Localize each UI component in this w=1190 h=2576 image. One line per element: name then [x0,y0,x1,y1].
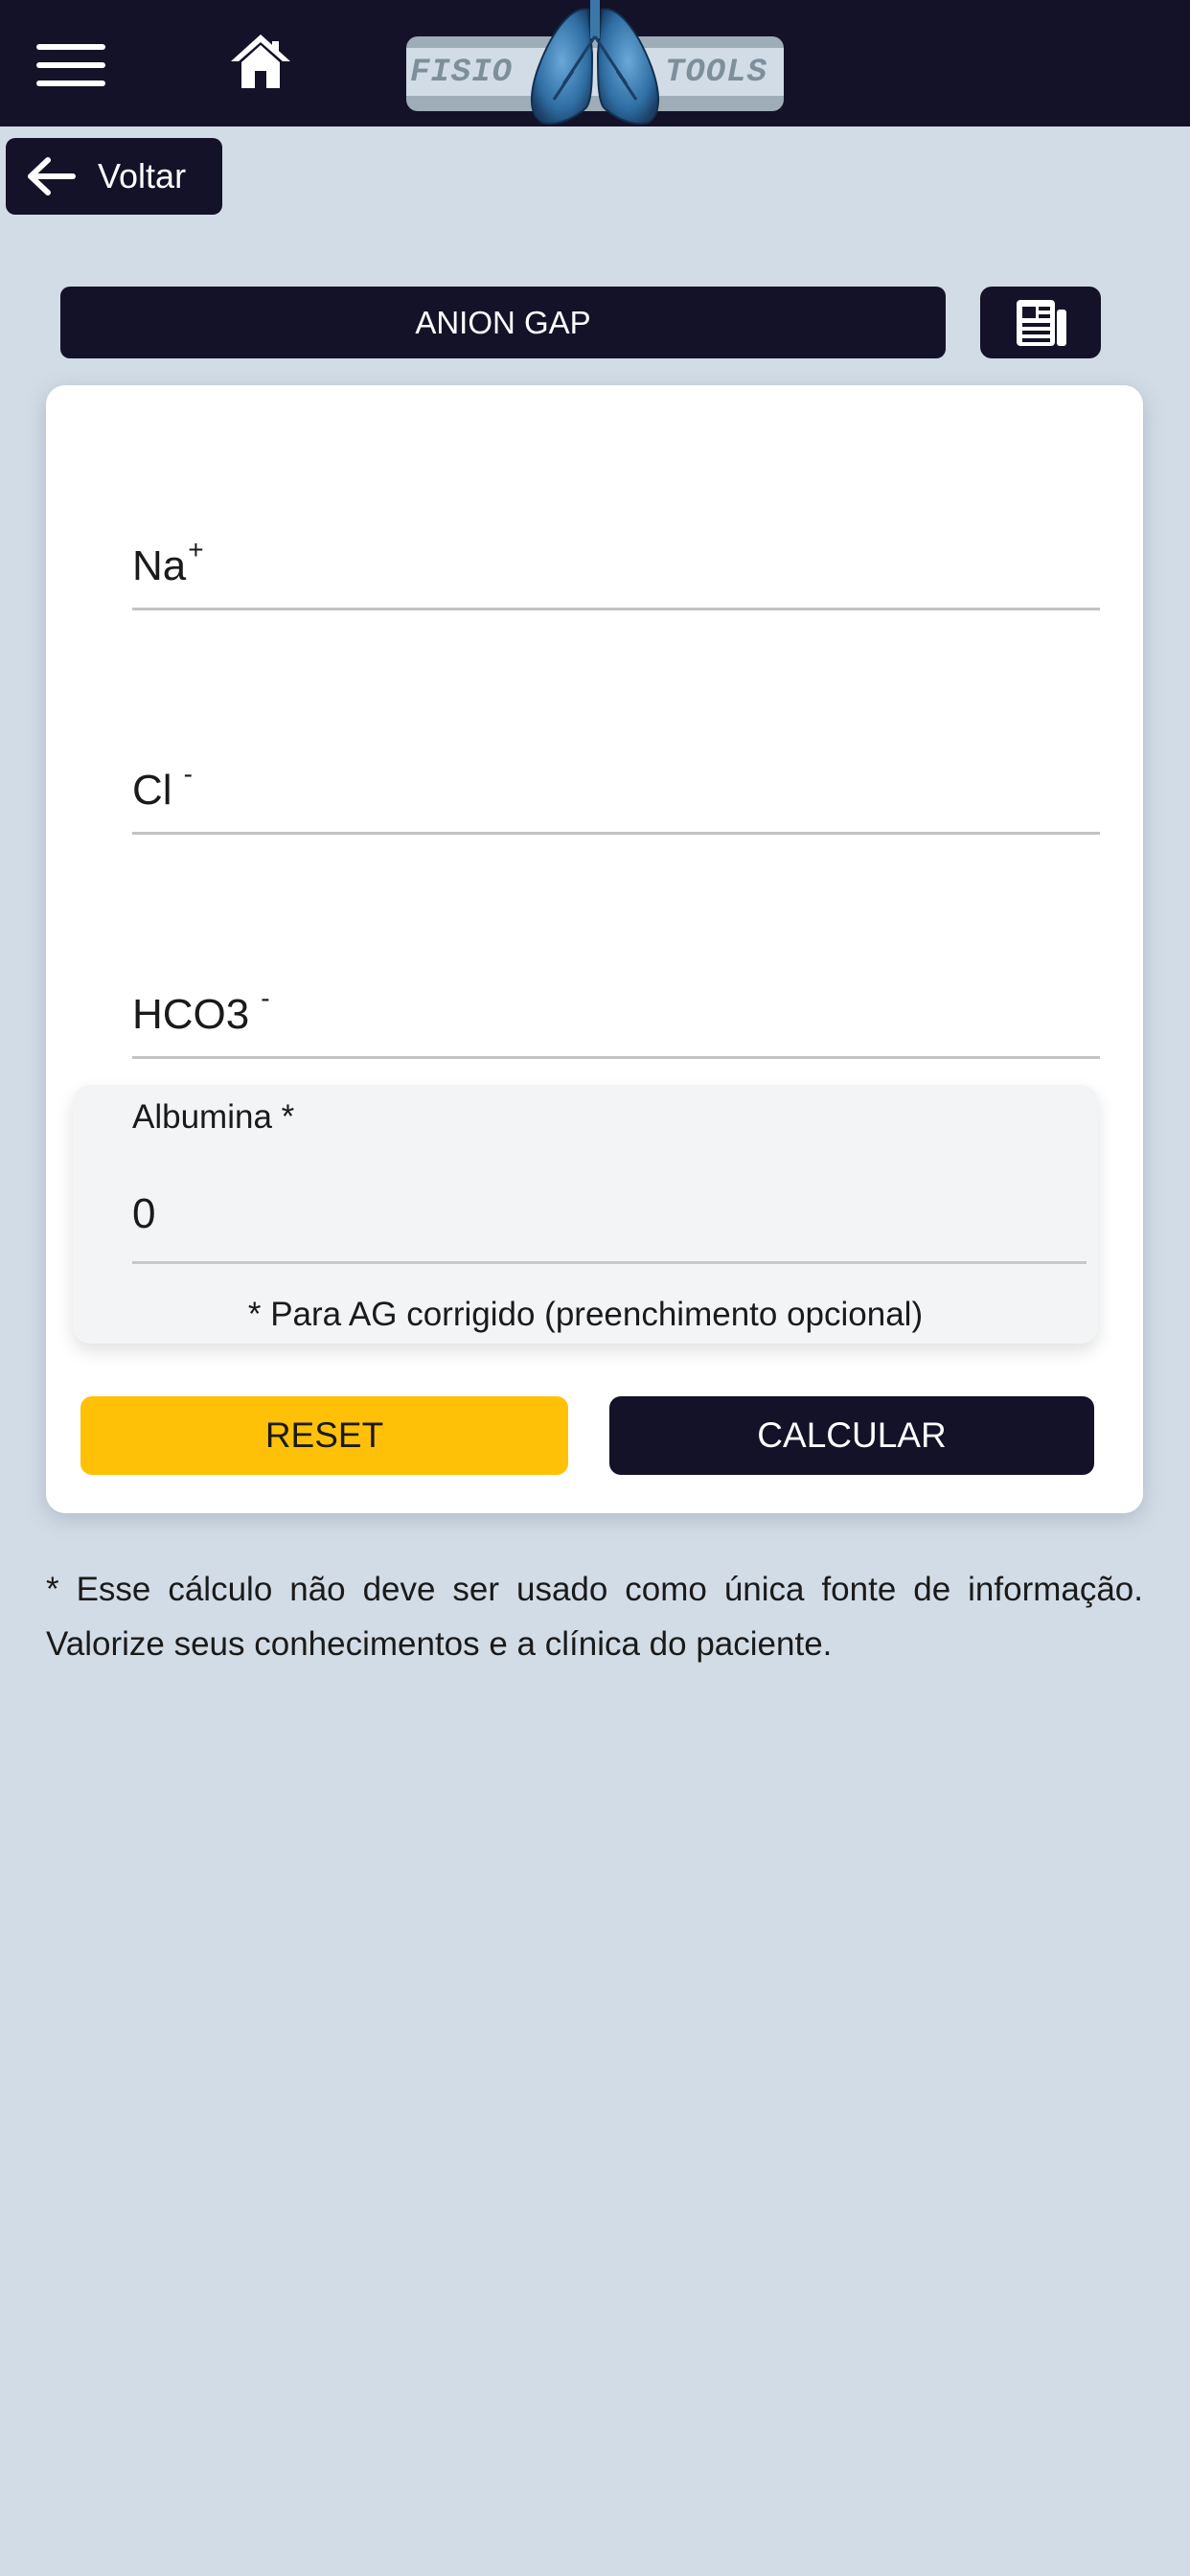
info-button[interactable] [980,287,1101,358]
hco3-label: HCO3- [132,983,270,1039]
top-bar: FISIO TOOLS [0,0,1190,126]
disclaimer-text: * Esse cálculo não deve ser usado como ú… [46,1571,1143,1663]
logo-text-left: FISIO [410,55,514,91]
na-input[interactable]: Na+ [132,531,1100,610]
calculate-button[interactable]: CALCULAR [609,1396,1094,1475]
back-button[interactable]: Voltar [6,138,222,215]
albumin-input[interactable]: 0 [132,1167,1087,1264]
albumin-label: Albumina * [132,1098,295,1136]
arrow-left-icon [28,157,76,196]
home-icon[interactable] [230,33,291,90]
reset-button[interactable]: RESET [80,1396,568,1475]
na-label: Na+ [132,535,204,590]
lungs-icon [530,0,660,125]
back-button-label: Voltar [98,156,187,196]
fisio-tools-logo: FISIO TOOLS [406,0,784,126]
cl-input[interactable]: Cl - [132,755,1100,835]
newspaper-icon [1017,300,1066,346]
albumin-note: * Para AG corrigido (preenchimento opcio… [247,1296,924,1333]
hco3-input[interactable]: HCO3- [132,979,1100,1059]
cl-label: Cl - [132,759,193,815]
albumin-section: Albumina * 0 * Para AG corrigido (preenc… [73,1085,1098,1344]
menu-icon[interactable] [36,44,105,86]
calculator-card: Na+ Cl - HCO3- Albumina * 0 * Para AG cor… [46,385,1143,1513]
calculator-title[interactable]: ANION GAP [60,287,946,358]
logo-text-right: TOOLS [665,55,768,91]
